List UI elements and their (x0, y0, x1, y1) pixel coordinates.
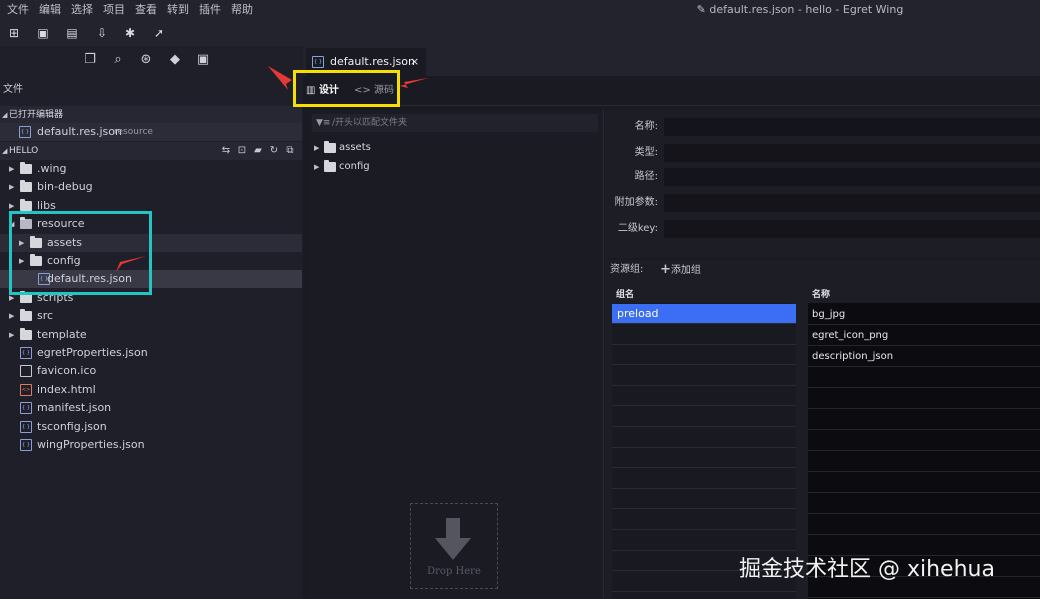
red-arrow-tree (116, 256, 146, 272)
red-arrow-right (400, 78, 428, 88)
annotation-arrows (116, 66, 428, 272)
watermark: 掘金技术社区 @ xihehua (739, 557, 995, 582)
red-arrow-left (268, 66, 292, 90)
